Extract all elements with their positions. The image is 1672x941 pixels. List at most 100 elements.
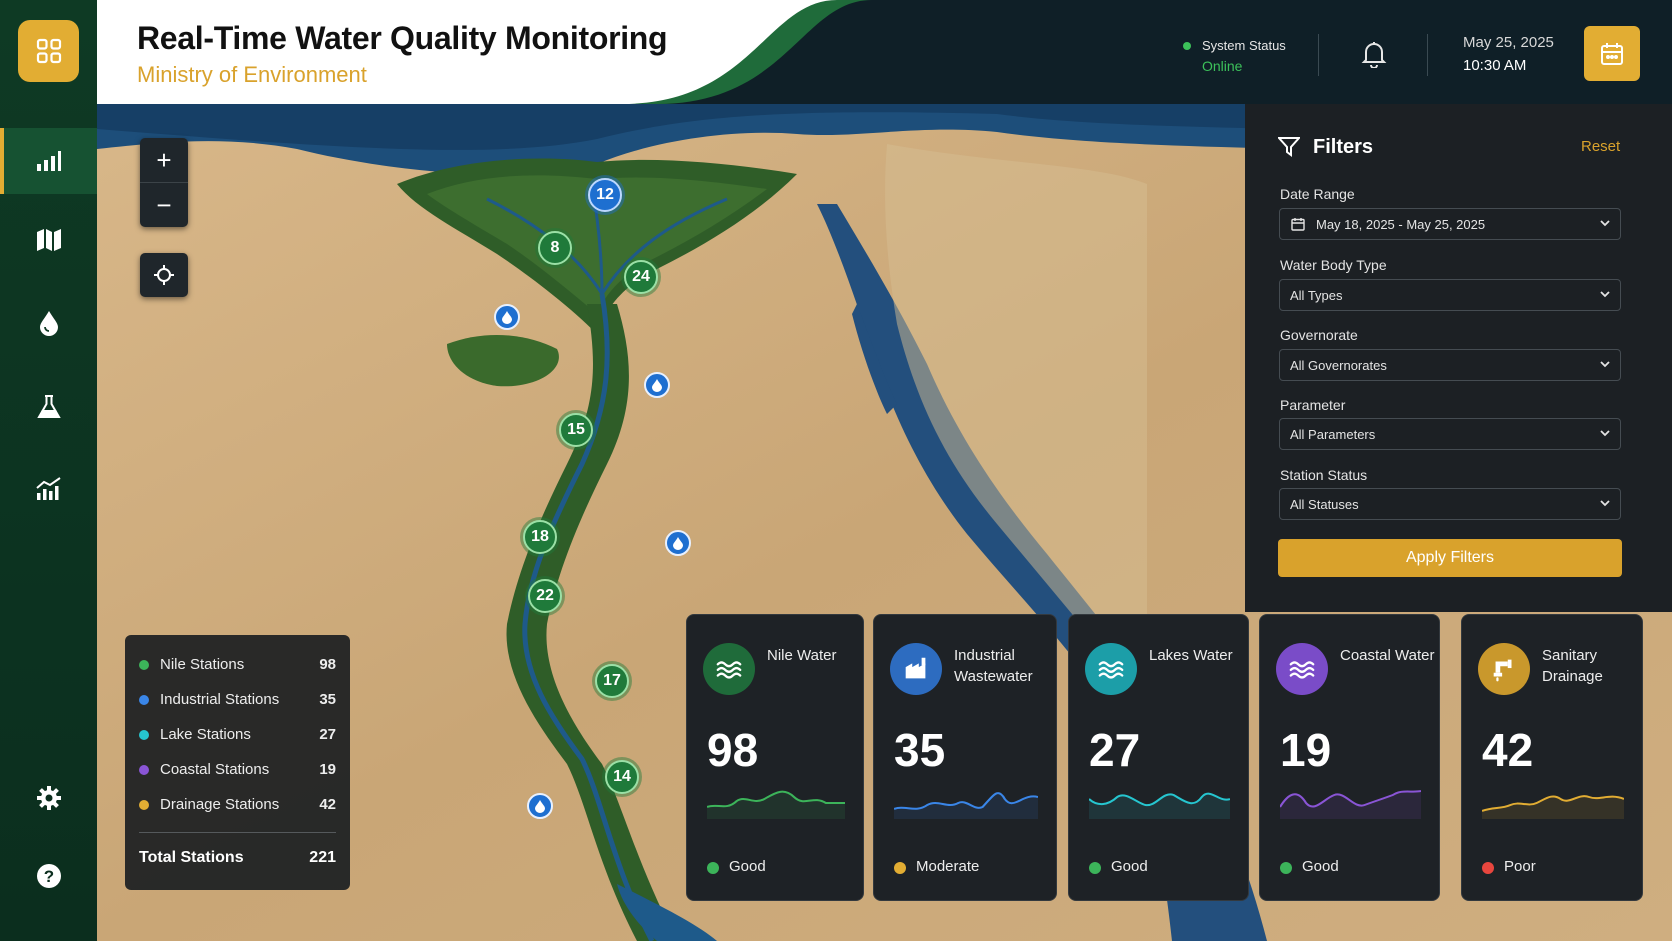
- station-cluster-marker[interactable]: 22: [528, 579, 562, 613]
- date-range-value: May 18, 2025 - May 25, 2025: [1316, 216, 1486, 232]
- filter-icon: [1278, 137, 1300, 157]
- water-category-card[interactable]: Coastal Water 19 Good: [1259, 614, 1440, 901]
- card-status: Good: [1302, 858, 1339, 875]
- chevron-down-icon: [1600, 361, 1610, 368]
- zoom-in-button[interactable]: +: [140, 138, 188, 182]
- card-title: Industrial Wastewater: [954, 647, 1033, 685]
- station-cluster-marker[interactable]: 24: [624, 260, 658, 294]
- station-cluster-marker[interactable]: 14: [605, 760, 639, 794]
- station-status-select[interactable]: All Statuses: [1279, 488, 1621, 520]
- chevron-down-icon: [1600, 430, 1610, 437]
- legend-item-name: Drainage Stations: [160, 796, 280, 813]
- water-body-type-value: All Types: [1290, 287, 1343, 303]
- card-value: 98: [707, 724, 759, 776]
- card-sparkline: [1280, 790, 1421, 819]
- card-status-dot: [1482, 862, 1494, 874]
- date-range-select[interactable]: May 18, 2025 - May 25, 2025: [1279, 208, 1621, 240]
- legend-item-name: Coastal Stations: [160, 761, 270, 778]
- map-icon: [36, 229, 61, 251]
- system-status-value: Online: [1202, 58, 1243, 74]
- card-sparkline: [1482, 795, 1624, 819]
- sidebar-item-dashboard[interactable]: [0, 128, 97, 194]
- waves-icon: [716, 661, 742, 679]
- page-subtitle: Ministry of Environment: [137, 62, 367, 87]
- card-status-dot: [894, 862, 906, 874]
- legend-item-name: Lake Stations: [160, 726, 251, 743]
- svg-text:?: ?: [43, 867, 53, 886]
- sidebar-item-map[interactable]: [0, 207, 97, 273]
- calendar-icon: [1601, 42, 1623, 65]
- filters-reset-link[interactable]: Reset: [1581, 138, 1620, 155]
- station-cluster-marker[interactable]: 18: [523, 520, 557, 554]
- water-station-marker[interactable]: [527, 793, 553, 819]
- sidebar-item-help[interactable]: ?: [0, 843, 97, 909]
- sidebar-item-analytics[interactable]: [0, 456, 97, 522]
- filters-title: Filters: [1313, 136, 1374, 158]
- card-status: Poor: [1504, 858, 1536, 875]
- water-station-marker[interactable]: [665, 530, 691, 556]
- factory-icon: [905, 657, 926, 679]
- governorate-value: All Governorates: [1290, 357, 1387, 373]
- water-body-type-label: Water Body Type: [1280, 257, 1387, 273]
- waves-icon: [1289, 661, 1315, 679]
- legend-color-dot: [139, 764, 149, 775]
- parameter-select[interactable]: All Parameters: [1279, 418, 1621, 450]
- water-body-type-select[interactable]: All Types: [1279, 279, 1621, 311]
- water-drop-icon: [652, 378, 662, 392]
- legend-item: Lake Stations 27: [139, 717, 336, 752]
- legend-item: Drainage Stations 42: [139, 787, 336, 822]
- water-station-marker[interactable]: [494, 304, 520, 330]
- card-sparkline: [1089, 792, 1230, 819]
- water-drop-icon: [535, 799, 545, 813]
- card-value: 35: [894, 724, 946, 776]
- station-cluster-marker[interactable]: 15: [559, 413, 593, 447]
- card-title: Lakes Water: [1149, 647, 1233, 664]
- governorate-select[interactable]: All Governorates: [1279, 349, 1621, 381]
- station-status-value: All Statuses: [1290, 496, 1359, 512]
- water-category-card[interactable]: Industrial Wastewater 35 Moderate: [873, 614, 1057, 901]
- station-cluster-marker[interactable]: 8: [538, 231, 572, 265]
- chevron-down-icon: [1600, 291, 1610, 298]
- card-icon-badge: [703, 643, 755, 695]
- sidebar-item-water[interactable]: [0, 290, 97, 356]
- locate-button[interactable]: [140, 253, 188, 297]
- card-title: Sanitary Drainage: [1542, 647, 1603, 685]
- system-status-dot: [1183, 42, 1191, 50]
- sidebar-item-lab[interactable]: [0, 374, 97, 440]
- calendar-icon: [1291, 218, 1305, 231]
- water-drop-icon: [673, 536, 683, 550]
- date-range-label: Date Range: [1280, 186, 1355, 202]
- apply-filters-button[interactable]: Apply Filters: [1278, 539, 1622, 577]
- help-icon: ?: [36, 864, 61, 888]
- station-cluster-marker[interactable]: 17: [595, 664, 629, 698]
- card-status-dot: [1280, 862, 1292, 874]
- legend-color-dot: [139, 659, 149, 670]
- legend-item: Nile Stations 98: [139, 647, 336, 682]
- water-station-marker[interactable]: [644, 372, 670, 398]
- card-icon-badge: [1478, 643, 1530, 695]
- legend-item-count: 35: [319, 691, 336, 708]
- legend-total-label: Total Stations: [139, 849, 244, 866]
- water-category-card[interactable]: Nile Water 98 Good: [686, 614, 864, 901]
- water-category-card[interactable]: Sanitary Drainage 42 Poor: [1461, 614, 1643, 901]
- card-status: Good: [1111, 858, 1148, 875]
- legend-total-value: 221: [309, 849, 336, 866]
- legend-color-dot: [139, 729, 149, 740]
- bell-icon: [1361, 42, 1387, 68]
- notifications-button[interactable]: [1359, 38, 1389, 70]
- legend-total: Total Stations 221: [139, 833, 336, 883]
- station-cluster-marker[interactable]: 12: [588, 178, 622, 212]
- sidebar-item-settings[interactable]: [0, 765, 97, 831]
- calendar-button[interactable]: [1584, 26, 1640, 81]
- water-category-card[interactable]: Lakes Water 27 Good: [1068, 614, 1249, 901]
- zoom-out-button[interactable]: −: [140, 183, 188, 227]
- card-status-dot: [707, 862, 719, 874]
- card-icon-badge: [1085, 643, 1137, 695]
- station-status-label: Station Status: [1280, 467, 1368, 483]
- apps-grid-button[interactable]: [18, 20, 79, 82]
- card-value: 42: [1482, 724, 1534, 776]
- header-time: 10:30 AM: [1463, 57, 1527, 74]
- card-title: Coastal Water: [1340, 647, 1435, 664]
- crosshair-icon: [154, 265, 174, 285]
- governorate-label: Governorate: [1280, 327, 1358, 343]
